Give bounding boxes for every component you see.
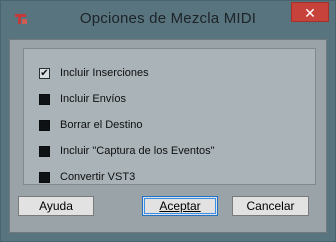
title-bar[interactable]: Opciones de Mezcla MIDI ✕	[1, 1, 335, 39]
option-label: Incluir "Captura de los Eventos"	[60, 145, 215, 157]
help-button[interactable]: Ayuda	[18, 196, 94, 216]
accept-button[interactable]: Aceptar	[142, 196, 218, 216]
midi-mix-options-dialog: Opciones de Mezcla MIDI ✕ ✔ Incluir Inse…	[0, 0, 336, 242]
convert-vst3-checkbox[interactable]	[39, 172, 50, 183]
option-label: Incluir Inserciones	[60, 67, 149, 79]
include-inserts-checkbox[interactable]: ✔	[39, 68, 50, 79]
dialog-body: ✔ Incluir Inserciones Incluir Envíos Bor…	[9, 39, 327, 233]
option-label: Incluir Envíos	[60, 93, 127, 105]
close-button[interactable]: ✕	[291, 2, 329, 22]
option-label: Borrar el Destino	[60, 119, 143, 131]
options-panel: ✔ Incluir Inserciones Incluir Envíos Bor…	[23, 48, 316, 185]
clear-destination-checkbox[interactable]	[39, 120, 50, 131]
cancel-button[interactable]: Cancelar	[232, 196, 309, 216]
option-label: Convertir VST3	[60, 171, 136, 183]
include-sends-checkbox[interactable]	[39, 94, 50, 105]
window-title: Opciones de Mezcla MIDI	[79, 10, 257, 27]
include-event-capture-checkbox[interactable]	[39, 146, 50, 157]
accept-label: Aceptar	[159, 199, 201, 213]
